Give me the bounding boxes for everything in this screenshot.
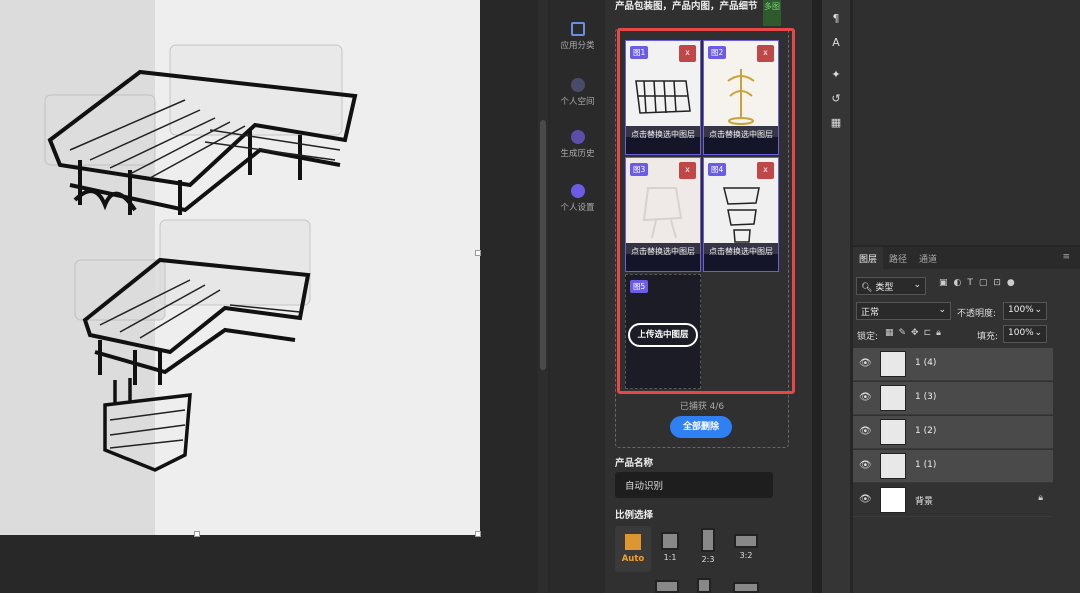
adjust-icon[interactable]: ▦ (828, 116, 844, 130)
ratio-shape (661, 532, 679, 550)
layer-filter-select[interactable]: 🔍︎ 类型 ⌄ (856, 277, 926, 295)
filter-label: 类型 (875, 283, 894, 293)
product-name-input[interactable]: 自动识别 (615, 472, 773, 498)
paragraph-icon[interactable]: ¶ (828, 12, 844, 26)
menu-icon[interactable]: ≡ (1056, 247, 1076, 269)
fill-input[interactable]: 100% ⌄ (1003, 325, 1047, 343)
opacity-value: 100% (1008, 305, 1034, 315)
ratio-label: 3:2 (739, 551, 753, 560)
filter-icons[interactable]: ▣◐T▢⊡● (939, 278, 1021, 288)
ratio-auto-option[interactable]: Auto (615, 526, 651, 572)
captured-count: 已捕获 4/6 (679, 402, 725, 412)
properties-panel (853, 0, 1080, 245)
eye-icon[interactable]: 👁︎ (859, 426, 872, 437)
ratio-label: 1:1 (663, 553, 677, 562)
layer-name: 背景 (915, 497, 934, 507)
nav-label: 生成历史 (560, 149, 595, 159)
layer-row[interactable]: 👁︎ 1 (1) (853, 450, 1053, 483)
ratio-auto-icon (625, 534, 641, 550)
ratio-1-1-option[interactable]: 1:1 (653, 532, 687, 562)
ratio-more-shape[interactable] (655, 580, 679, 593)
layer-name: 1 (4) (915, 358, 937, 368)
plugin-main: 产品包装图，产品内图，产品细节 多图 图1 x 点击替换选中图层 图2 x 点击… (605, 0, 864, 593)
layer-name: 1 (3) (915, 392, 937, 402)
product-name-label: 产品名称 (615, 458, 654, 469)
nav-app-category[interactable]: 应用分类 (550, 22, 605, 51)
character-icon[interactable]: A (828, 36, 844, 50)
transform-handle[interactable] (475, 250, 481, 256)
eye-icon[interactable]: 👁︎ (859, 358, 872, 369)
product-photo (0, 0, 480, 535)
delete-all-button[interactable]: 全部删除 (670, 416, 732, 438)
eye-icon[interactable]: 👁︎ (859, 392, 872, 403)
layers-tabbar: 图层 路径 通道 ≡ (853, 247, 1080, 269)
ratio-shape (734, 534, 758, 548)
layer-thumbnail (880, 385, 906, 411)
document-canvas[interactable] (0, 0, 550, 593)
tool-column: ¶ A ✦ ↺ ▦ (822, 0, 850, 593)
nav-label: 个人空间 (560, 97, 595, 107)
upload-title: 产品包装图，产品内图，产品细节 (615, 1, 758, 12)
fill-label: 填充: (977, 332, 999, 342)
ratio-more-shape[interactable] (697, 578, 711, 593)
layer-thumbnail (880, 419, 906, 445)
magic-icon[interactable]: ✦ (828, 68, 844, 82)
scroll-thumb[interactable] (540, 120, 546, 370)
nav-personal-settings[interactable]: 个人设置 (550, 184, 605, 213)
opacity-input[interactable]: 100% ⌄ (1003, 302, 1047, 320)
canvas-scrollbar[interactable] (538, 0, 548, 593)
ratio-3-2-option[interactable]: 3:2 (729, 534, 763, 560)
layer-thumbnail (880, 453, 906, 479)
tab-layers[interactable]: 图层 (853, 247, 884, 269)
nav-label: 应用分类 (560, 41, 595, 51)
highlight-frame (617, 28, 795, 394)
layer-row[interactable]: 👁︎ 1 (3) (853, 382, 1053, 415)
blend-mode-select[interactable]: 正常 ⌄ (856, 302, 951, 320)
chevron-down-icon: ⌄ (938, 305, 946, 315)
ratio-label: 比例选择 (615, 510, 654, 521)
multi-image-badge: 多图 (763, 0, 781, 26)
chevron-down-icon: ⌄ (1034, 328, 1042, 338)
ratio-more-shape[interactable] (733, 582, 759, 593)
eye-icon[interactable]: 👁︎ (859, 460, 872, 471)
settings-icon (570, 184, 585, 198)
ratio-shape (701, 528, 715, 552)
fill-value: 100% (1008, 328, 1034, 338)
chevron-down-icon: ⌄ (913, 280, 921, 290)
opacity-label: 不透明度: (957, 309, 997, 319)
lock-icons[interactable]: ▦✎✥⊏🔒︎ (885, 328, 946, 338)
tab-channels[interactable]: 通道 (913, 247, 943, 269)
layer-row[interactable]: 👁︎ 1 (4) (853, 348, 1053, 381)
layer-thumbnail (880, 487, 906, 513)
layer-name: 1 (1) (915, 460, 937, 470)
search-icon: 🔍︎ (861, 283, 873, 293)
transform-handle[interactable] (194, 531, 200, 537)
lock-icon: 🔒︎ (1038, 493, 1043, 503)
plugin-panel: 应用分类 个人空间 生成历史 个人设置 产品包装图，产品内图，产品细节 多图 图… (550, 0, 864, 593)
lock-label: 锁定: (857, 332, 879, 342)
grid-icon (570, 22, 585, 36)
history-icon (570, 130, 585, 144)
nav-generation-history[interactable]: 生成历史 (550, 130, 605, 159)
blend-mode-value: 正常 (861, 308, 880, 318)
history-brush-icon[interactable]: ↺ (828, 92, 844, 106)
plugin-nav: 应用分类 个人空间 生成历史 个人设置 (550, 0, 605, 593)
person-icon (570, 78, 585, 92)
panel-divider (812, 0, 822, 593)
layers-panel: 图层 路径 通道 ≡ 🔍︎ 类型 ⌄ ▣◐T▢⊡● 正常 ⌄ 不透明度: 100% ⌄ … (853, 247, 1080, 593)
corner-shelf-illustration (0, 0, 480, 535)
background-layer-row[interactable]: 👁︎ 背景 🔒︎ (853, 484, 1053, 517)
chevron-down-icon: ⌄ (1034, 305, 1042, 315)
ratio-2-3-option[interactable]: 2:3 (691, 528, 725, 564)
eye-icon[interactable]: 👁︎ (859, 494, 872, 505)
tab-paths[interactable]: 路径 (883, 247, 913, 269)
nav-label: 个人设置 (560, 203, 595, 213)
layer-name: 1 (2) (915, 426, 937, 436)
layer-row[interactable]: 👁︎ 1 (2) (853, 416, 1053, 449)
ratio-label: 2:3 (701, 555, 715, 564)
layer-thumbnail (880, 351, 906, 377)
ratio-auto-label: Auto (621, 554, 645, 564)
transform-handle[interactable] (475, 531, 481, 537)
nav-personal-space[interactable]: 个人空间 (550, 78, 605, 107)
